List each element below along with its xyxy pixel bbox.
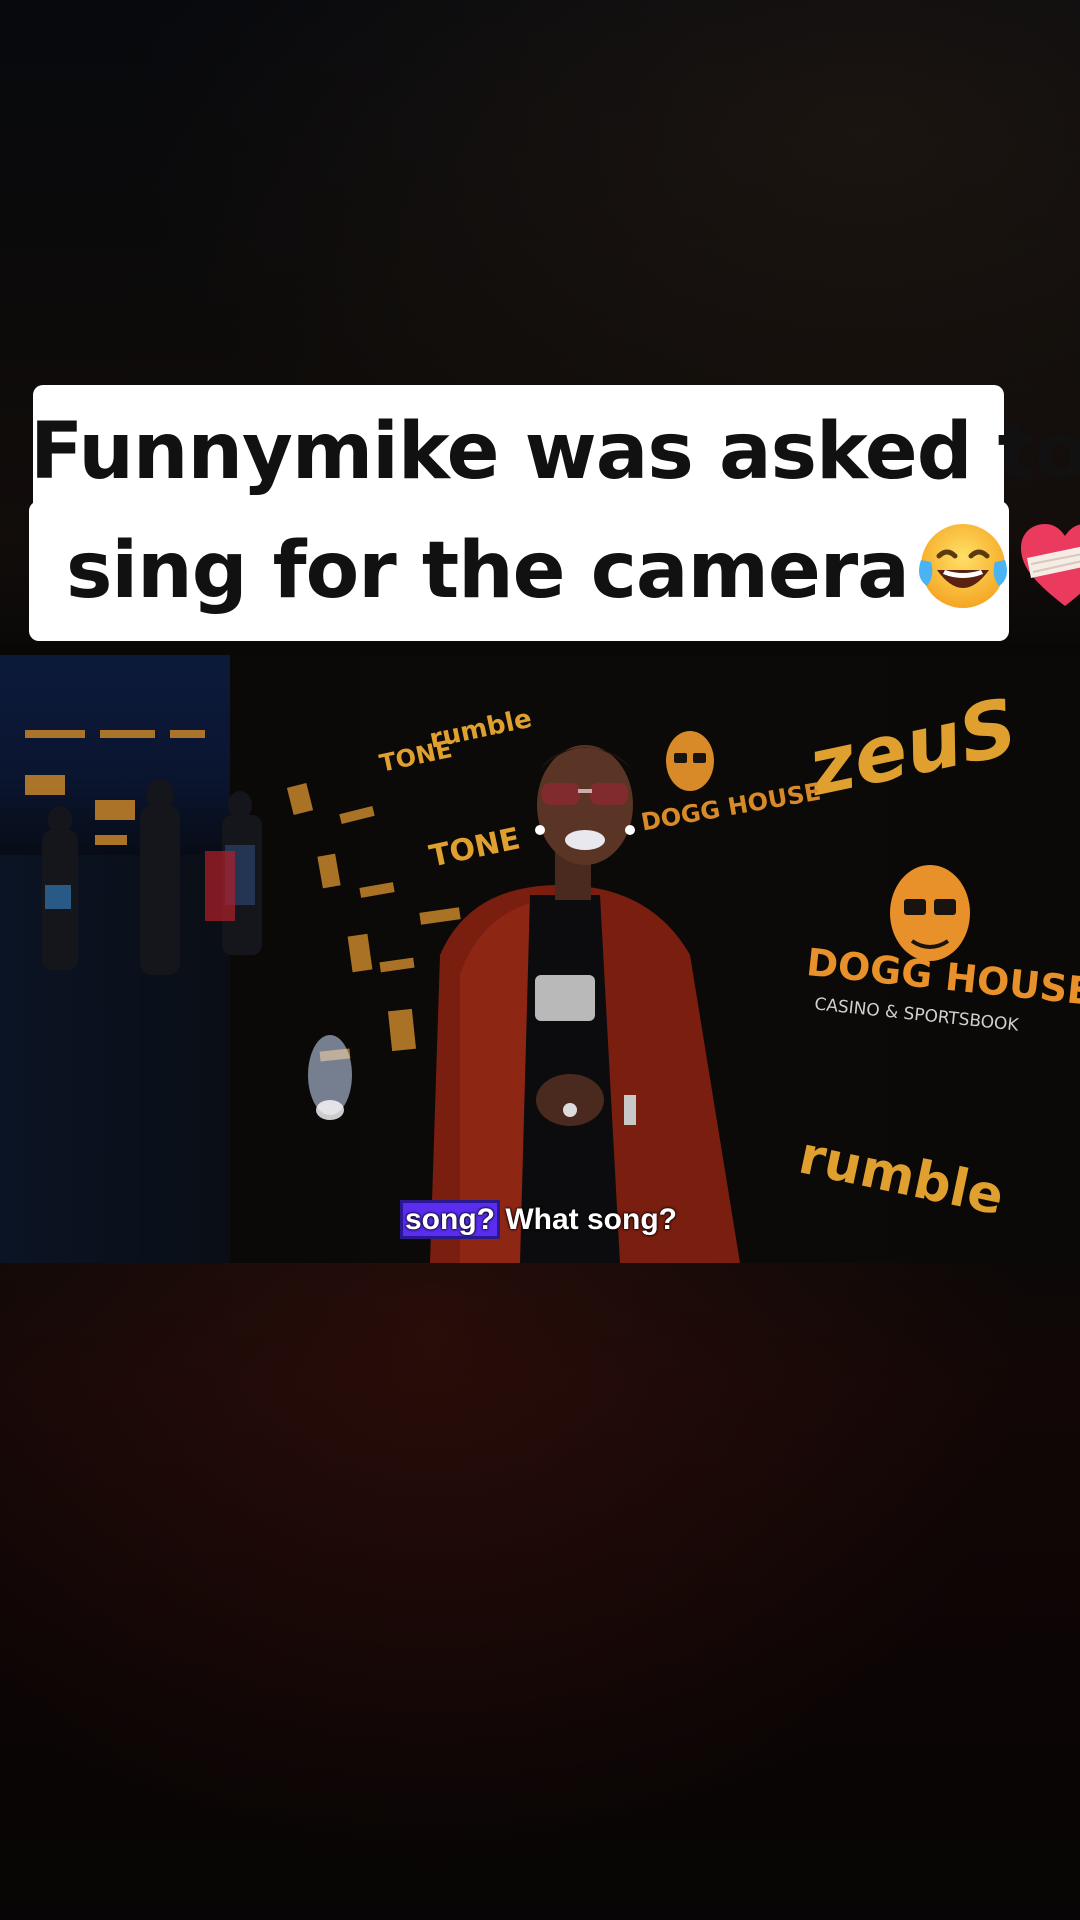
background-blur-bottom: [0, 1262, 1080, 1920]
caption-line-1: Funnymike was asked to: [30, 407, 1080, 497]
caption-card: Funnymike was asked to sing for the came…: [29, 385, 1080, 641]
mending-heart-emoji-icon: [1017, 520, 1080, 631]
video-feed-page: Funnymike was asked to sing for the came…: [0, 0, 1080, 1920]
subtitle-rest: What song?: [497, 1203, 677, 1236]
caption-line-2-text: sing for the camera: [66, 525, 910, 616]
backdrop-and-people-illustration: [25, 730, 740, 1263]
subtitle-highlighted-word: song?: [400, 1200, 500, 1239]
video-player[interactable]: zeuS DOGG HOUSE CASINO & SPORTSBOOK DOGG…: [0, 655, 1080, 1263]
video-subtitle: song? What song?: [0, 1200, 1080, 1239]
caption-line-2: sing for the camera: [66, 520, 1080, 631]
performer-figure: [430, 745, 740, 1263]
laughing-emoji-icon: [913, 520, 1013, 631]
